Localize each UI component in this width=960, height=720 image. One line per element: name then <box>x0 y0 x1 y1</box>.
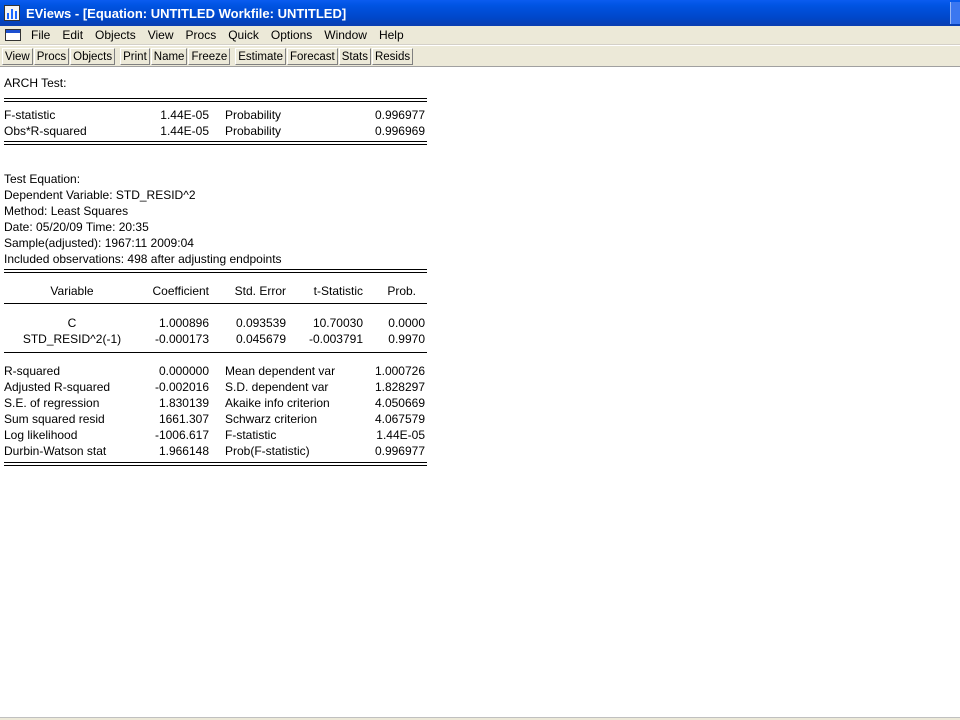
toolbar-group-print: Print Name Freeze <box>120 47 231 65</box>
cell-t-statistic: 10.70030 <box>312 316 363 330</box>
menu-procs[interactable]: Procs <box>180 28 223 42</box>
stat-value: 1.830139 <box>158 396 209 410</box>
title-bar: EViews - [Equation: UNTITLED Workfile: U… <box>0 0 960 26</box>
double-rule <box>4 141 427 145</box>
stat-value-right: 1.828297 <box>374 380 425 394</box>
header-std-error: Std. Error <box>234 284 286 298</box>
menu-options[interactable]: Options <box>265 28 318 42</box>
summary-prob-value: 0.996977 <box>374 108 425 122</box>
window-controls[interactable] <box>950 2 960 24</box>
menu-window[interactable]: Window <box>318 28 373 42</box>
info-line: Method: Least Squares <box>4 204 129 218</box>
window-title: EViews - [Equation: UNTITLED Workfile: U… <box>26 5 347 21</box>
eviews-app-icon[interactable] <box>4 5 20 21</box>
single-rule <box>4 352 427 353</box>
stat-label-right: Akaike info criterion <box>225 396 330 410</box>
summary-value: 1.44E-05 <box>160 108 209 122</box>
cell-t-statistic: -0.003791 <box>308 332 363 346</box>
stat-label-right: S.D. dependent var <box>225 380 329 394</box>
stats-button[interactable]: Stats <box>338 47 371 65</box>
summary-label: F-statistic <box>4 108 56 122</box>
stat-value: 1.966148 <box>158 444 209 458</box>
stat-label: Sum squared resid <box>4 412 105 426</box>
info-line: Sample(adjusted): 1967:11 2009:04 <box>4 236 194 250</box>
double-rule <box>4 462 427 466</box>
header-t-statistic: t-Statistic <box>313 284 363 298</box>
view-button[interactable]: View <box>2 47 33 65</box>
summary-prob-label: Probability <box>225 124 282 138</box>
info-line: Date: 05/20/09 Time: 20:35 <box>4 220 149 234</box>
stat-value: 0.000000 <box>158 364 209 378</box>
estimate-button[interactable]: Estimate <box>235 47 287 65</box>
menu-bar: File Edit Objects View Procs Quick Optio… <box>0 26 960 45</box>
summary-prob-value: 0.996969 <box>374 124 425 138</box>
stat-label: Adjusted R-squared <box>4 380 111 394</box>
stat-value: -0.002016 <box>154 380 209 394</box>
menu-file[interactable]: File <box>25 28 56 42</box>
menu-quick[interactable]: Quick <box>222 28 265 42</box>
name-button[interactable]: Name <box>150 47 188 65</box>
header-prob: Prob. <box>387 284 416 298</box>
header-variable: Variable <box>50 284 94 298</box>
stat-value-right: 1.44E-05 <box>376 428 425 442</box>
cell-coefficient: -0.000173 <box>154 332 209 346</box>
stat-value-right: 1.000726 <box>374 364 425 378</box>
stat-label-right: Prob(F-statistic) <box>225 444 310 458</box>
cell-prob: 0.9970 <box>388 332 425 346</box>
stat-label: Log likelihood <box>4 428 78 442</box>
summary-prob-label: Probability <box>225 108 282 122</box>
double-rule <box>4 98 427 102</box>
stat-value-right: 4.050669 <box>374 396 425 410</box>
cell-std-error: 0.093539 <box>235 316 286 330</box>
summary-value: 1.44E-05 <box>160 124 209 138</box>
double-rule <box>4 269 427 273</box>
stat-value-right: 4.067579 <box>374 412 425 426</box>
stat-value: 1661.307 <box>158 412 209 426</box>
equation-toolbar: View Procs Objects Print Name Freeze Est… <box>0 46 960 67</box>
cell-prob: 0.0000 <box>388 316 425 330</box>
menu-edit[interactable]: Edit <box>56 28 89 42</box>
stat-label-right: F-statistic <box>225 428 277 442</box>
cell-variable: C <box>67 316 77 330</box>
toolbar-group-estimate: Estimate Forecast Stats Resids <box>235 47 414 65</box>
cell-variable: STD_RESID^2(-1) <box>22 332 122 346</box>
stat-label: Durbin-Watson stat <box>4 444 107 458</box>
stat-value-right: 0.996977 <box>374 444 425 458</box>
document-window-icon[interactable] <box>5 29 21 41</box>
stat-label: S.E. of regression <box>4 396 100 410</box>
stat-value: -1006.617 <box>154 428 209 442</box>
menu-help[interactable]: Help <box>373 28 410 42</box>
info-line: Test Equation: <box>4 172 81 186</box>
equation-output-view[interactable]: ARCH Test: F-statistic 1.44E-05 Probabil… <box>0 68 960 718</box>
summary-label: Obs*R-squared <box>4 124 87 138</box>
forecast-button[interactable]: Forecast <box>287 47 338 65</box>
header-coefficient: Coefficient <box>152 284 209 298</box>
objects-button[interactable]: Objects <box>70 47 116 65</box>
info-line: Dependent Variable: STD_RESID^2 <box>4 188 196 202</box>
stat-label: R-squared <box>4 364 61 378</box>
toolbar-group-view: View Procs Objects <box>2 47 116 65</box>
stat-label-right: Mean dependent var <box>225 364 336 378</box>
freeze-button[interactable]: Freeze <box>188 47 231 65</box>
info-line: Included observations: 498 after adjusti… <box>4 252 282 266</box>
single-rule <box>4 303 427 304</box>
resids-button[interactable]: Resids <box>371 47 414 65</box>
procs-button[interactable]: Procs <box>33 47 70 65</box>
menu-objects[interactable]: Objects <box>89 28 142 42</box>
cell-coefficient: 1.000896 <box>158 316 209 330</box>
menu-view[interactable]: View <box>142 28 180 42</box>
test-title: ARCH Test: <box>4 76 67 90</box>
stat-label-right: Schwarz criterion <box>225 412 318 426</box>
print-button[interactable]: Print <box>120 47 150 65</box>
cell-std-error: 0.045679 <box>235 332 286 346</box>
